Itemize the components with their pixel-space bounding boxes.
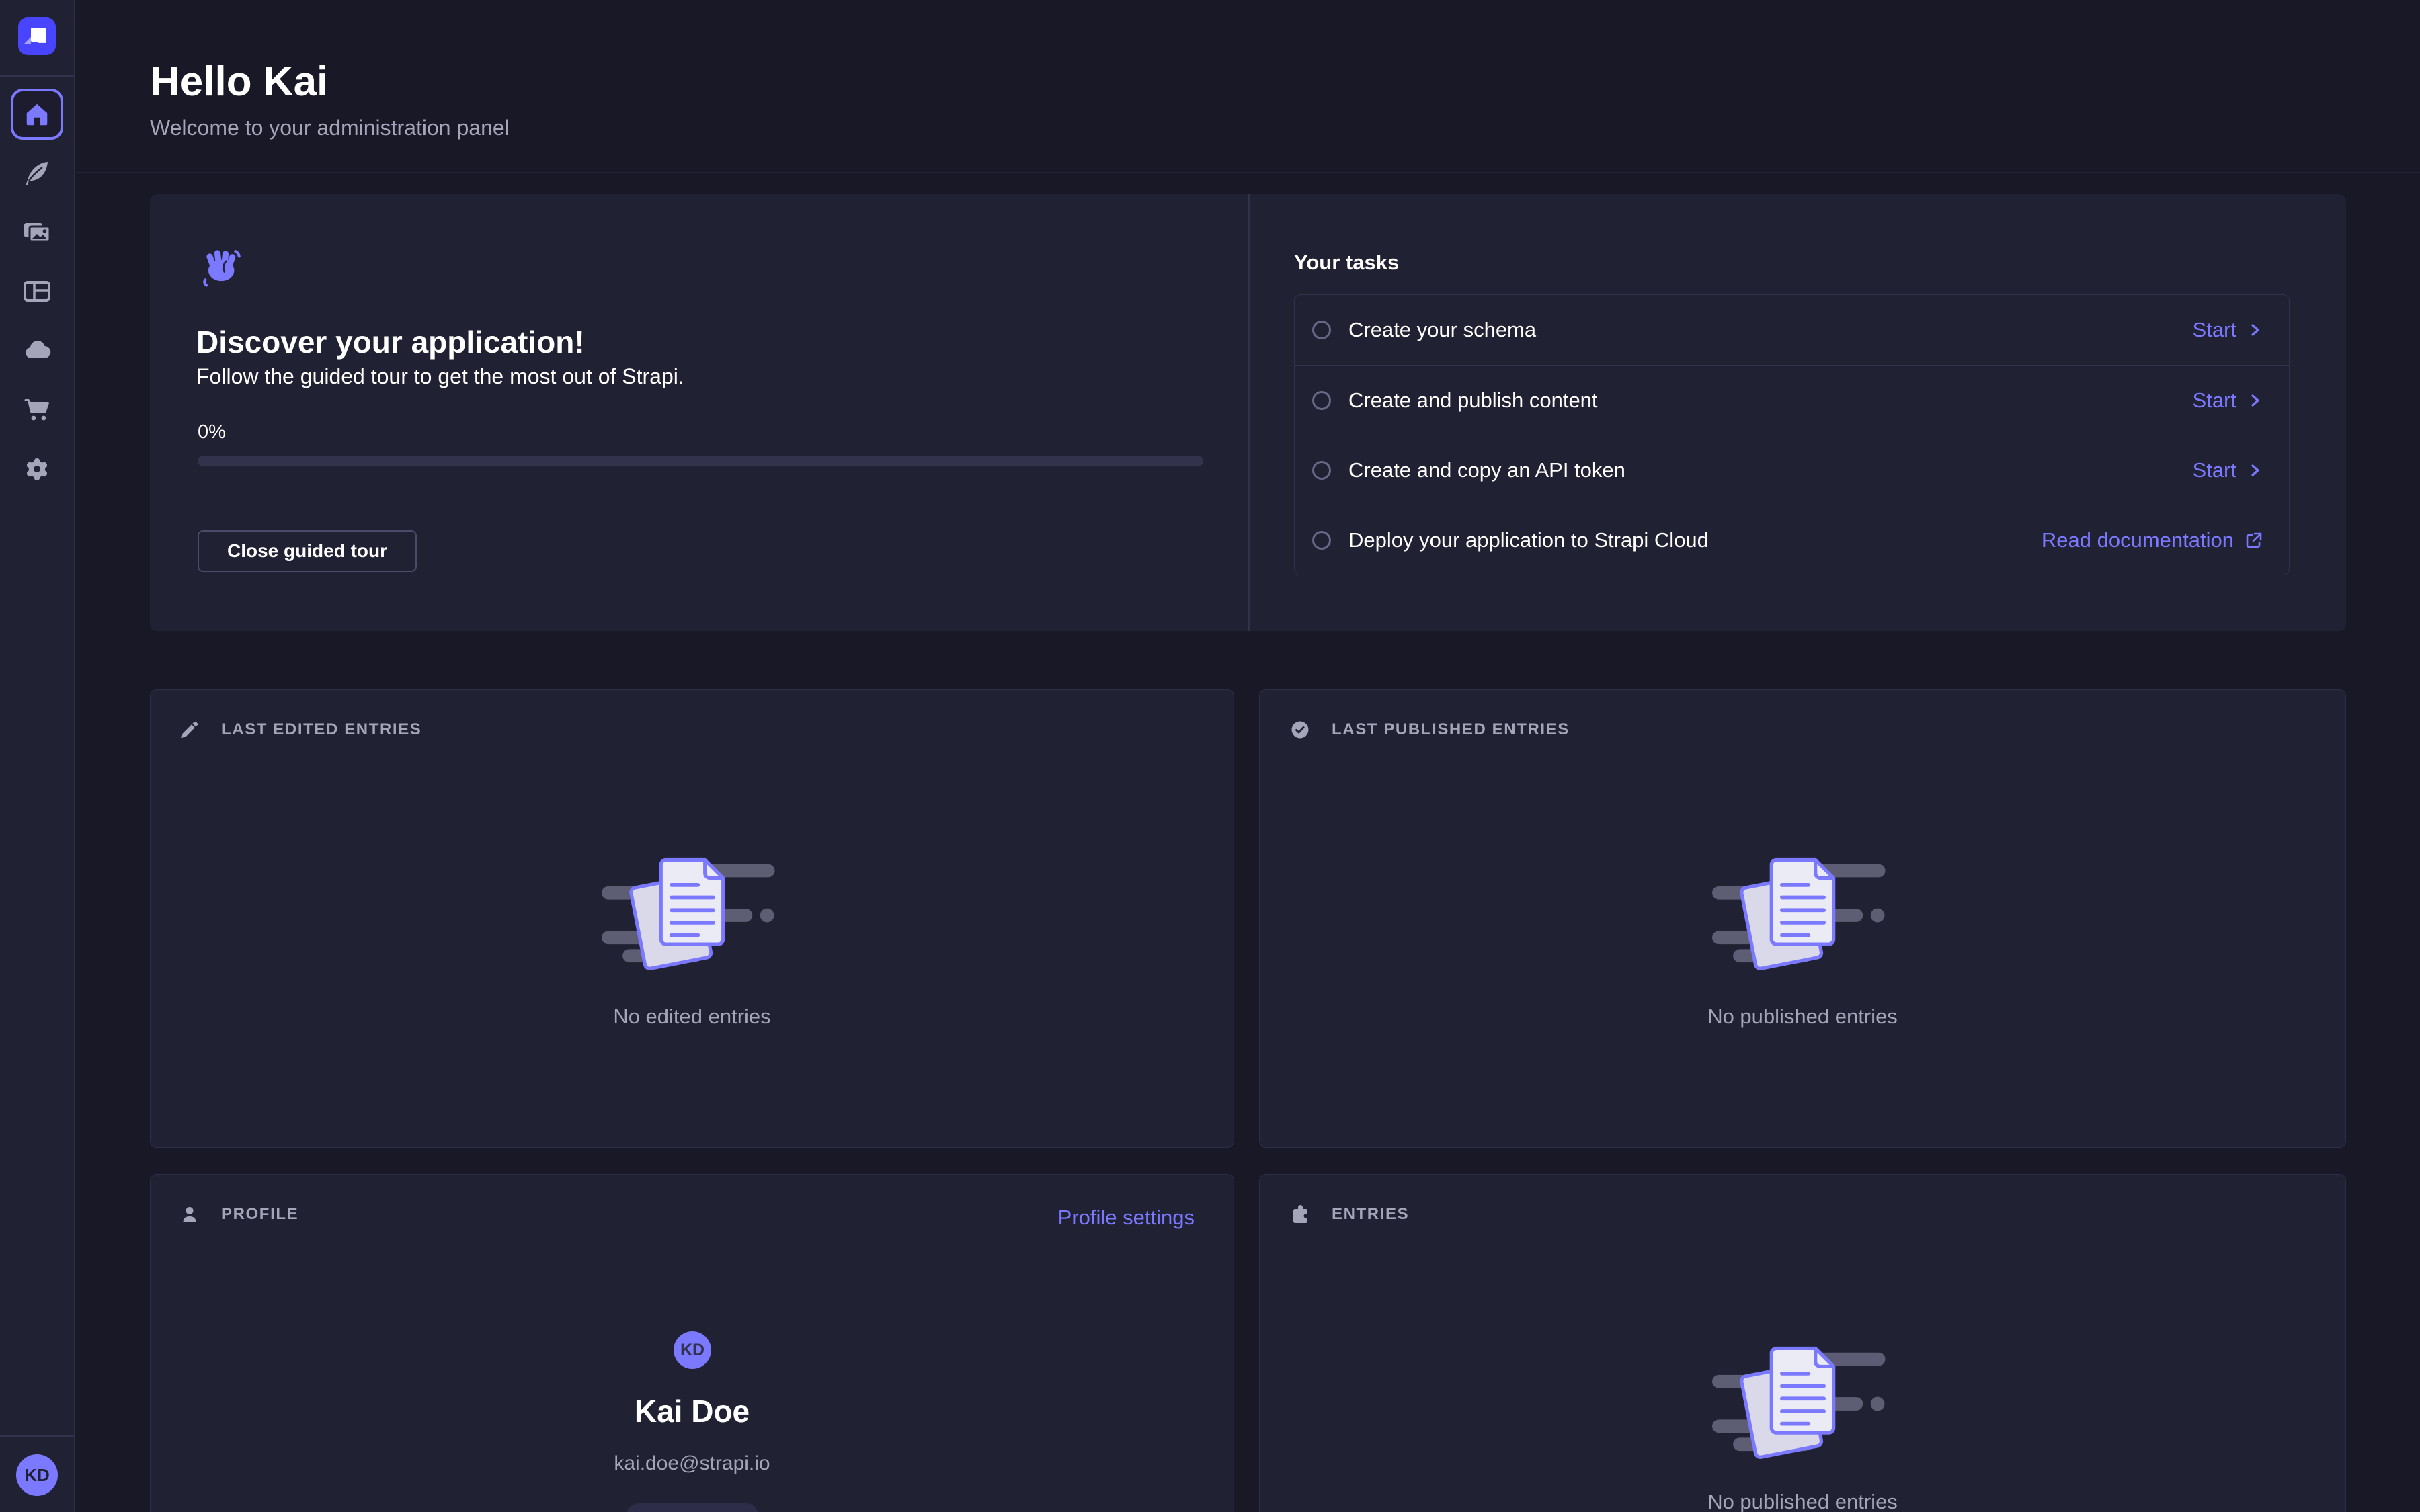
empty-state-text: No edited entries (151, 1005, 1234, 1029)
guided-tour-divider (1248, 194, 1250, 631)
entries-card: ENTRIES No publis (1259, 1174, 2346, 1512)
task-start-link[interactable]: Start (2193, 458, 2263, 482)
task-action-label: Start (2193, 318, 2236, 342)
guided-tour-progress-bar (198, 456, 1203, 466)
task-start-link[interactable]: Start (2193, 388, 2263, 413)
chevron-right-icon (2247, 462, 2263, 478)
card-title: PROFILE (221, 1205, 298, 1224)
sidebar-item-content-type-builder[interactable] (13, 267, 61, 315)
last-published-entries-card: LAST PUBLISHED ENTRIES (1259, 689, 2346, 1148)
chevron-right-icon (2247, 392, 2263, 409)
task-label: Create and copy an API token (1348, 458, 2193, 482)
tasks-list: Create your schema Start Create and publ… (1294, 294, 2290, 575)
card-title: LAST PUBLISHED ENTRIES (1332, 720, 1570, 739)
sidebar-item-home[interactable] (11, 89, 63, 140)
media-library-icon (22, 217, 52, 247)
strapi-dashboard: KD Hello Kai Welcome to your administrat… (0, 0, 2420, 1512)
card-header: PROFILE (179, 1204, 298, 1224)
card-header: LAST PUBLISHED ENTRIES (1290, 720, 1570, 740)
sidebar-user-avatar[interactable]: KD (16, 1454, 58, 1496)
guided-tour-title: Discover your application! (196, 324, 585, 360)
cart-icon (22, 394, 52, 424)
task-label: Create and publish content (1348, 388, 2193, 413)
wave-hand-icon (200, 245, 245, 290)
person-icon (179, 1204, 200, 1224)
empty-documents-illustration (1712, 1340, 1894, 1459)
check-circle-icon (1290, 720, 1310, 740)
profile-settings-link[interactable]: Profile settings (1058, 1206, 1195, 1230)
puzzle-icon (1290, 1204, 1310, 1224)
profile-initials: KD (680, 1341, 704, 1360)
task-action-label: Start (2193, 388, 2236, 413)
task-label: Create your schema (1348, 318, 2193, 342)
card-header: LAST EDITED ENTRIES (179, 720, 421, 740)
sidebar-item-cloud[interactable] (13, 326, 61, 374)
empty-state-text: No published entries (1260, 1005, 2345, 1029)
guided-tour-subtitle: Follow the guided tour to get the most o… (196, 364, 684, 389)
external-link-icon (2245, 531, 2263, 550)
profile-name: Kai Doe (151, 1393, 1234, 1429)
profile-card: PROFILE Profile settings KD Kai Doe kai.… (150, 1174, 1234, 1512)
layout-icon (22, 276, 52, 306)
strapi-logo[interactable] (18, 17, 56, 55)
read-documentation-link[interactable]: Read documentation (2042, 528, 2263, 552)
tasks-title: Your tasks (1294, 251, 1399, 275)
sidebar-user-initials: KD (24, 1465, 50, 1486)
task-status-icon (1312, 461, 1331, 480)
task-status-icon (1312, 391, 1331, 410)
task-row-publish-content: Create and publish content Start (1295, 365, 2289, 435)
card-header: ENTRIES (1290, 1204, 1409, 1224)
last-edited-entries-card: LAST EDITED ENTRIES (150, 689, 1234, 1148)
task-row-api-token: Create and copy an API token Start (1295, 435, 2289, 505)
guided-tour-card: Discover your application! Follow the gu… (150, 194, 2346, 631)
strapi-logo-icon (18, 17, 56, 55)
sidebar-item-media-library[interactable] (13, 208, 61, 256)
task-row-deploy-cloud: Deploy your application to Strapi Cloud … (1295, 505, 2289, 575)
guided-tour-progress-label: 0% (198, 421, 226, 444)
task-start-link[interactable]: Start (2193, 318, 2263, 342)
empty-state-text: No published entries (1260, 1490, 2345, 1512)
gear-icon (22, 454, 52, 484)
task-status-icon (1312, 321, 1331, 339)
profile-avatar: KD (674, 1331, 711, 1369)
profile-role-badge (627, 1503, 758, 1512)
sidebar-item-marketplace[interactable] (13, 385, 61, 433)
card-title: LAST EDITED ENTRIES (221, 720, 421, 739)
cloud-icon (22, 335, 52, 365)
sidebar-item-content-manager[interactable] (13, 149, 61, 197)
header-divider (74, 172, 2420, 173)
empty-documents-illustration (1712, 851, 1894, 970)
page-title: Hello Kai (150, 58, 328, 106)
pencil-icon (179, 720, 200, 740)
feather-icon (22, 158, 52, 187)
task-row-create-schema: Create your schema Start (1295, 295, 2289, 365)
sidebar: KD (0, 0, 75, 1512)
task-action-label: Start (2193, 458, 2236, 482)
profile-email: kai.doe@strapi.io (151, 1452, 1234, 1475)
home-icon (23, 100, 51, 128)
sidebar-divider-top (0, 75, 74, 77)
page-subtitle: Welcome to your administration panel (150, 116, 510, 140)
sidebar-item-settings[interactable] (13, 445, 61, 493)
task-label: Deploy your application to Strapi Cloud (1348, 528, 2042, 552)
card-title: ENTRIES (1332, 1205, 1409, 1224)
close-guided-tour-button[interactable]: Close guided tour (198, 530, 417, 572)
task-status-icon (1312, 531, 1331, 550)
empty-documents-illustration (602, 851, 783, 970)
task-action-label: Read documentation (2042, 528, 2234, 552)
chevron-right-icon (2247, 322, 2263, 338)
sidebar-divider-bottom (0, 1435, 74, 1437)
